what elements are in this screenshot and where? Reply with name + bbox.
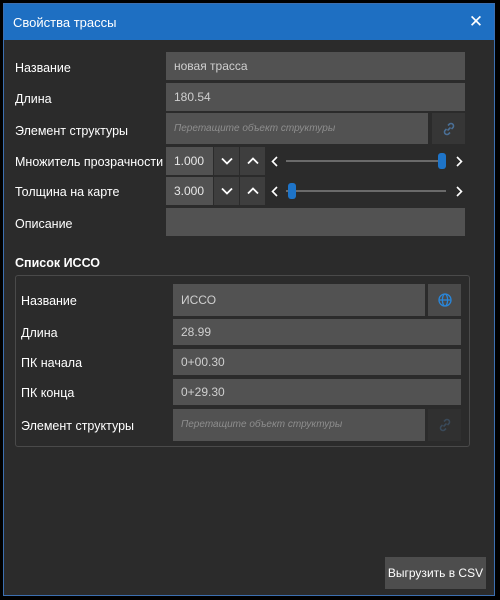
link-icon[interactable]	[432, 113, 465, 144]
name-input[interactable]: новая трасса	[166, 52, 465, 80]
opacity-input[interactable]: 1.000	[166, 147, 213, 175]
structure-drop-field[interactable]: Перетащите объект структуры	[166, 113, 428, 144]
thickness-increase-button[interactable]	[239, 177, 265, 205]
opacity-slider-thumb[interactable]	[438, 153, 446, 169]
isso-name-select[interactable]: ИССО	[173, 284, 425, 316]
chevron-right-icon[interactable]	[453, 153, 465, 169]
chevron-left-icon[interactable]	[268, 183, 280, 199]
thickness-slider-thumb[interactable]	[288, 183, 296, 199]
name-label: Название	[15, 61, 71, 75]
isso-length-row: Длина 28.99	[16, 319, 469, 345]
close-icon[interactable]: ✕	[466, 12, 486, 32]
thickness-row: Толщина на карте 3.000	[4, 177, 494, 205]
isso-pk-start-label: ПК начала	[21, 356, 83, 370]
name-row: Название новая трасса	[4, 52, 494, 80]
thickness-slider-track	[286, 190, 446, 192]
description-input[interactable]	[166, 208, 465, 236]
thickness-decrease-button[interactable]	[213, 177, 239, 205]
thickness-slider[interactable]	[268, 177, 465, 205]
opacity-row: Множитель прозрачности 1.000	[4, 147, 494, 175]
isso-structure-drop-field[interactable]: Перетащите объект структуры	[173, 409, 425, 441]
isso-pk-end-row: ПК конца 0+29.30	[16, 379, 469, 405]
structure-row: Элемент структуры Перетащите объект стру…	[4, 113, 494, 144]
isso-length-label: Длина	[21, 326, 58, 340]
length-row: Длина 180.54	[4, 83, 494, 111]
chevron-right-icon[interactable]	[453, 183, 465, 199]
link-icon[interactable]	[428, 409, 461, 441]
isso-name-row: Название ИССО	[16, 284, 469, 316]
opacity-slider-track	[286, 160, 446, 162]
chevron-down-icon	[220, 157, 233, 165]
window-title: Свойства трассы	[13, 14, 117, 30]
chevron-up-icon	[246, 187, 259, 195]
thickness-input[interactable]: 3.000	[166, 177, 213, 205]
isso-pk-end-label: ПК конца	[21, 386, 75, 400]
opacity-decrease-button[interactable]	[213, 147, 239, 175]
description-label: Описание	[15, 217, 73, 231]
isso-pk-start-row: ПК начала 0+00.30	[16, 349, 469, 375]
length-input[interactable]: 180.54	[166, 83, 465, 111]
globe-icon[interactable]	[428, 284, 461, 316]
export-csv-button[interactable]: Выгрузить в CSV	[385, 557, 486, 589]
isso-section-title: Список ИССО	[15, 256, 101, 270]
chevron-up-icon	[246, 157, 259, 165]
isso-name-label: Название	[21, 294, 77, 308]
length-label: Длина	[15, 92, 52, 106]
isso-structure-row: Элемент структуры Перетащите объект стру…	[16, 409, 469, 441]
opacity-label: Множитель прозрачности	[15, 155, 164, 169]
chevron-left-icon[interactable]	[268, 153, 280, 169]
structure-label: Элемент структуры	[15, 124, 129, 138]
isso-panel: Название ИССО Длина 28.99 ПК начала 0+00…	[15, 275, 470, 447]
isso-structure-label: Элемент структуры	[21, 419, 135, 433]
title-bar: Свойства трассы ✕	[4, 4, 494, 40]
isso-pk-end-input[interactable]: 0+29.30	[173, 379, 461, 405]
thickness-label: Толщина на карте	[15, 185, 120, 199]
opacity-increase-button[interactable]	[239, 147, 265, 175]
isso-length-input[interactable]: 28.99	[173, 319, 461, 345]
properties-window: Свойства трассы ✕ Название новая трасса …	[3, 3, 495, 596]
opacity-slider[interactable]	[268, 147, 465, 175]
description-row: Описание	[4, 208, 494, 236]
isso-pk-start-input[interactable]: 0+00.30	[173, 349, 461, 375]
chevron-down-icon	[220, 187, 233, 195]
